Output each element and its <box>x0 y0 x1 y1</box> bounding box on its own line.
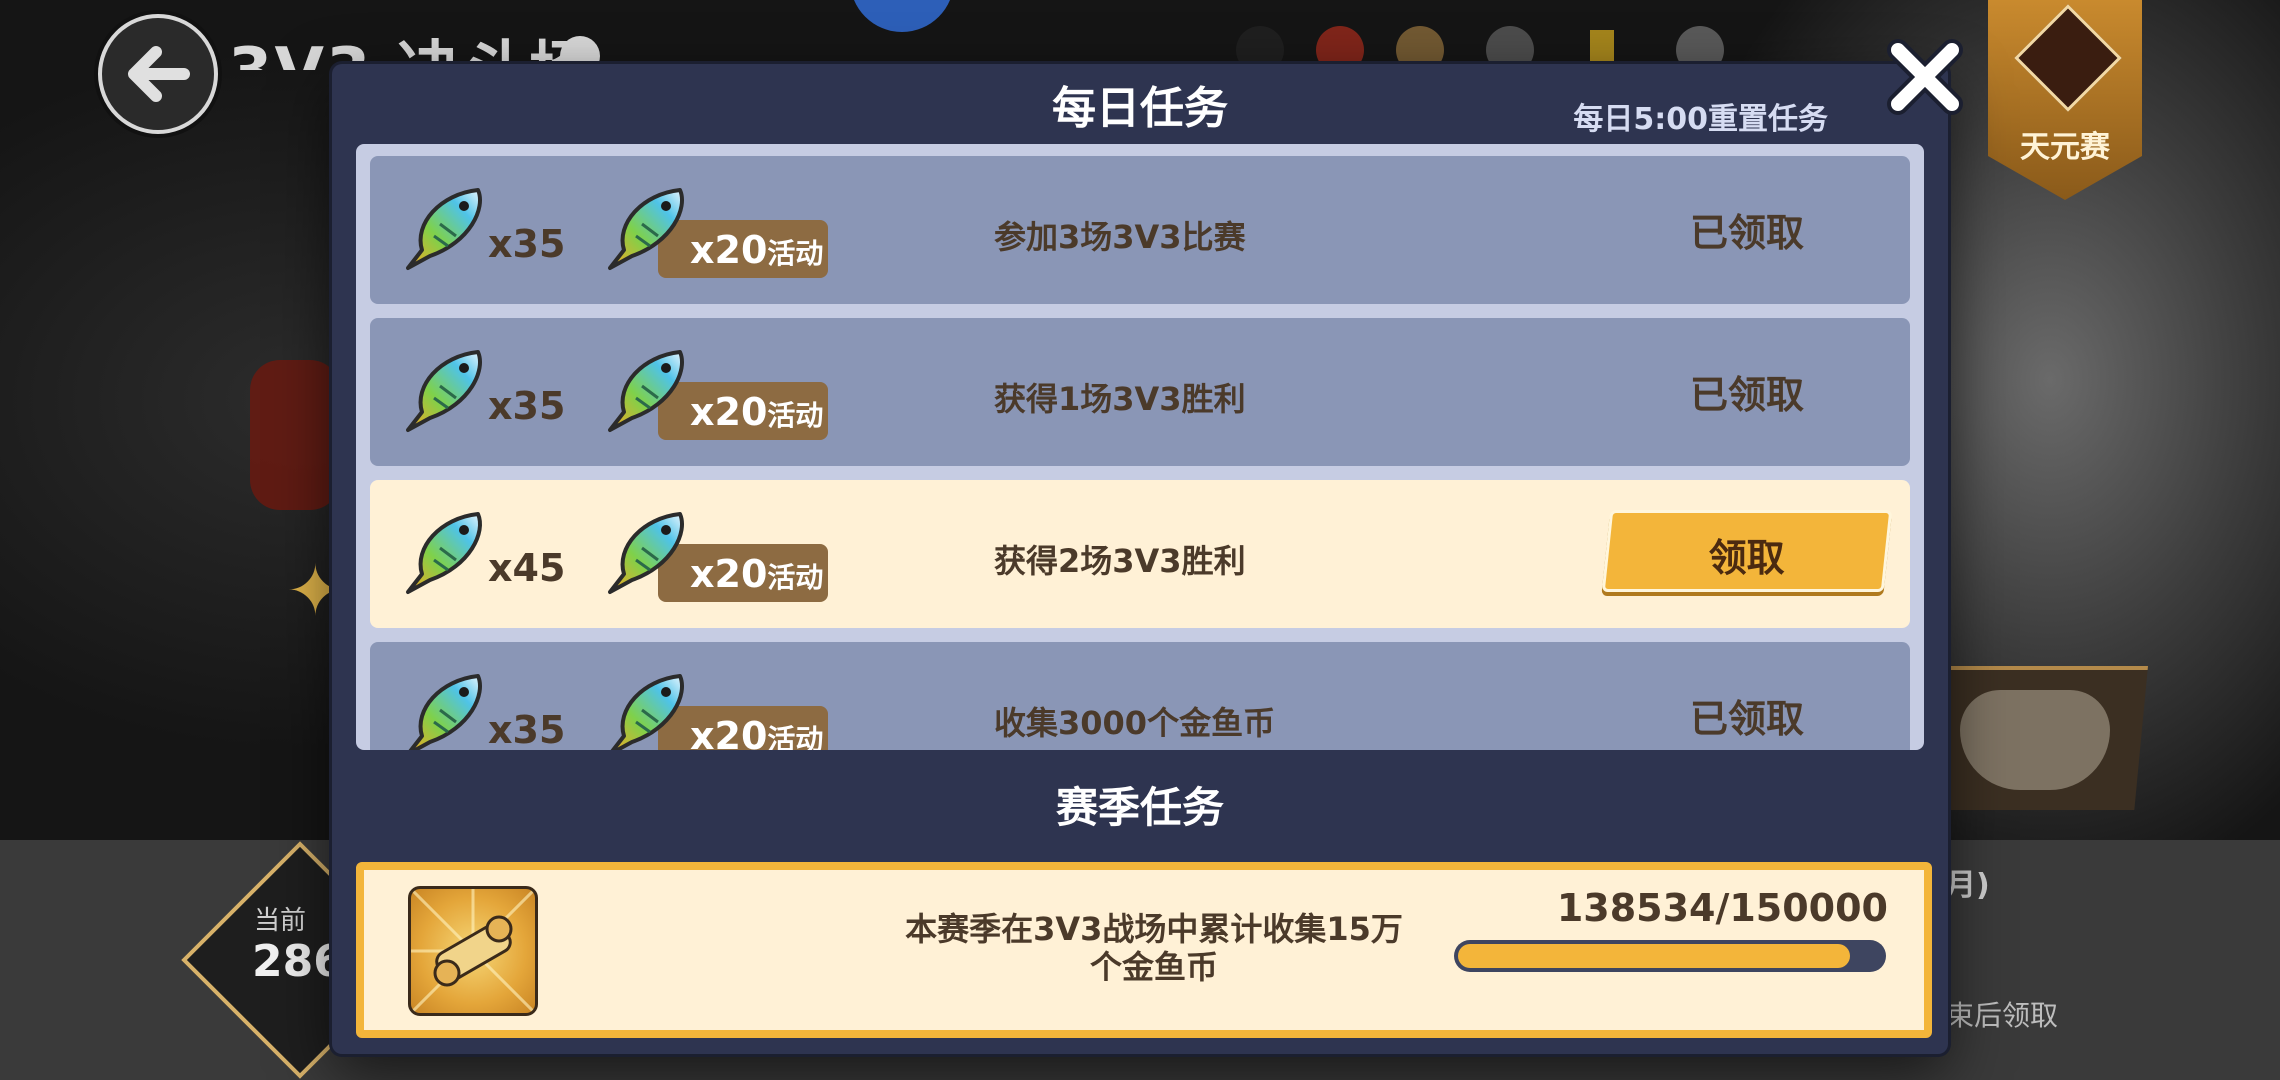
task-row: x35 x20活动 收集3000个金鱼币 已领取 <box>370 642 1910 750</box>
season-progress-bar <box>1454 940 1886 972</box>
daily-tasks-modal: 每日任务 每日5:00重置任务 x35 x20活动 参加3场3V3比赛 已领取 … <box>332 64 1948 1054</box>
task-desc: 参加3场3V3比赛 <box>994 218 1246 256</box>
background-hint: 束后领取 <box>1946 999 2059 1032</box>
background-partial-text: 月) <box>1946 868 1990 903</box>
season-progress-fill <box>1458 944 1850 968</box>
close-button[interactable] <box>1880 32 1970 122</box>
claimed-status: 已领取 <box>1690 697 1805 741</box>
bonus-reward: x20活动 <box>602 346 842 440</box>
trophy-icon <box>1960 690 2110 790</box>
bonus-reward: x20活动 <box>602 670 842 750</box>
reward-fish-coin: x35 <box>400 670 565 750</box>
claim-button-label: 领取 <box>1708 536 1785 580</box>
rank-label: 当前 <box>254 906 307 936</box>
claim-button[interactable]: 领取 <box>1601 510 1893 592</box>
reward-qty: x35 <box>488 384 566 428</box>
task-row: x35 x20活动 获得1场3V3胜利 已领取 <box>370 318 1910 466</box>
task-row: x35 x20活动 参加3场3V3比赛 已领取 <box>370 156 1910 304</box>
shuriken-icon <box>2014 4 2122 112</box>
bonus-qty: x20活动 <box>690 552 824 596</box>
task-desc: 收集3000个金鱼币 <box>994 704 1276 742</box>
character-art <box>250 360 340 510</box>
season-task-desc: 本赛季在3V3战场中累计收集15万个金鱼币 <box>905 910 1403 986</box>
task-desc: 获得1场3V3胜利 <box>994 380 1246 418</box>
arena-title: 3V3 决斗场 <box>228 20 595 70</box>
close-icon <box>1887 39 1963 115</box>
trophy-panel[interactable] <box>1920 666 2148 810</box>
daily-task-list[interactable]: x35 x20活动 参加3场3V3比赛 已领取 x35 x20活动 获得1场3V… <box>356 144 1924 750</box>
scroll-icon <box>408 886 538 1016</box>
reward-qty: x35 <box>488 708 566 750</box>
fish-coin-icon <box>400 508 492 600</box>
fish-coin-icon <box>602 346 694 438</box>
reward-qty: x45 <box>488 546 566 590</box>
fish-coin-icon <box>400 670 492 750</box>
fish-coin-icon <box>602 670 694 750</box>
bonus-reward: x20活动 <box>602 184 842 278</box>
season-progress-text: 138534/150000 <box>1556 886 1888 930</box>
arrow-left-icon <box>128 46 190 102</box>
bonus-qty: x20活动 <box>690 714 824 750</box>
reward-fish-coin: x35 <box>400 184 565 276</box>
tianyuan-label: 天元赛 <box>2020 130 2110 165</box>
rank-value: 286 <box>252 936 344 987</box>
tianyuan-match-banner[interactable]: 天元赛 <box>1988 0 2142 200</box>
character-portraits <box>1236 26 1724 70</box>
reward-qty: x35 <box>488 222 566 266</box>
bonus-qty: x20活动 <box>690 228 824 272</box>
reward-fish-coin: x35 <box>400 346 565 438</box>
reset-note: 每日5:00重置任务 <box>1573 102 1828 137</box>
reward-fish-coin: x45 <box>400 508 565 600</box>
fish-coin-icon <box>602 508 694 600</box>
fish-coin-icon <box>400 346 492 438</box>
task-row: x45 x20活动 获得2场3V3胜利 领取 <box>370 480 1910 628</box>
task-desc: 获得2场3V3胜利 <box>994 542 1246 580</box>
claimed-status: 已领取 <box>1690 211 1805 255</box>
compass-icon <box>850 0 954 32</box>
fish-coin-icon <box>602 184 694 276</box>
season-title: 赛季任务 <box>1055 783 1224 832</box>
fish-coin-icon <box>400 184 492 276</box>
season-task-card: 本赛季在3V3战场中累计收集15万个金鱼币 138534/150000 <box>356 862 1932 1038</box>
back-button[interactable] <box>98 14 218 134</box>
bonus-qty: x20活动 <box>690 390 824 434</box>
claimed-status: 已领取 <box>1690 373 1805 417</box>
bonus-reward: x20活动 <box>602 508 842 602</box>
